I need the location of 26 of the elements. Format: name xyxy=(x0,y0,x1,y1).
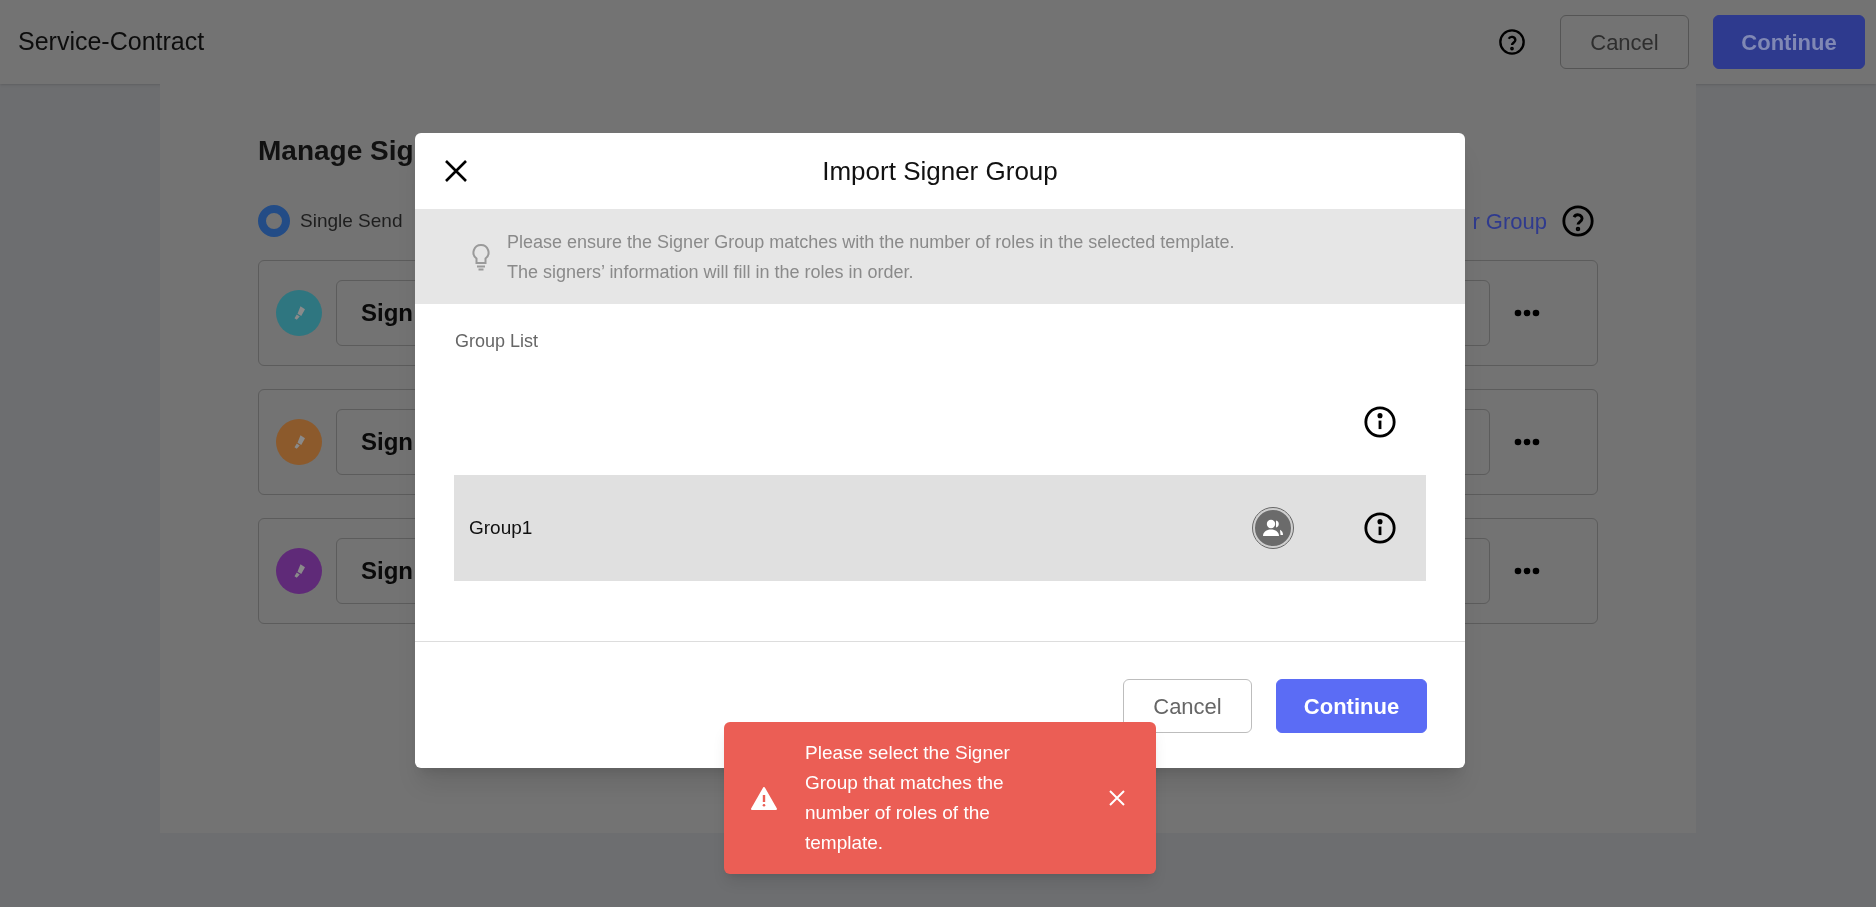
more-icon[interactable] xyxy=(1514,567,1540,575)
tip-text: The signers’ information will fill in the roles in order. xyxy=(507,260,915,284)
cancel-button[interactable]: Cancel xyxy=(1123,679,1252,733)
dialog-title: Import Signer Group xyxy=(822,154,1058,188)
radio-button[interactable] xyxy=(258,205,290,237)
info-icon[interactable] xyxy=(1363,511,1397,545)
lightbulb-icon xyxy=(471,242,491,271)
more-icon[interactable] xyxy=(1514,309,1540,317)
list-label: Group List xyxy=(454,330,539,353)
close-icon[interactable] xyxy=(444,159,468,183)
cancel-button[interactable]: Cancel xyxy=(1560,15,1689,69)
radio-label: Single Send xyxy=(300,208,403,233)
help-icon[interactable] xyxy=(1561,204,1595,238)
group-name: Group1 xyxy=(469,516,533,538)
info-icon[interactable] xyxy=(1363,405,1397,439)
warning-icon xyxy=(751,786,777,810)
group-row[interactable]: Group1 xyxy=(454,475,1426,581)
members-icon[interactable] xyxy=(1253,508,1293,548)
tip-text: Please ensure the Signer Group matches with the number of roles in the selected template. xyxy=(507,230,1235,254)
document-title: Service-Contract xyxy=(18,26,206,58)
toast-message: Please select the Signer Group that matches the number of roles of the template. xyxy=(805,741,1011,855)
section-heading: Manage Sig xyxy=(258,134,414,168)
continue-button[interactable]: Continue xyxy=(1713,15,1865,69)
more-icon[interactable] xyxy=(1514,438,1540,446)
continue-button[interactable]: Continue xyxy=(1276,679,1427,733)
help-icon[interactable] xyxy=(1498,28,1526,56)
